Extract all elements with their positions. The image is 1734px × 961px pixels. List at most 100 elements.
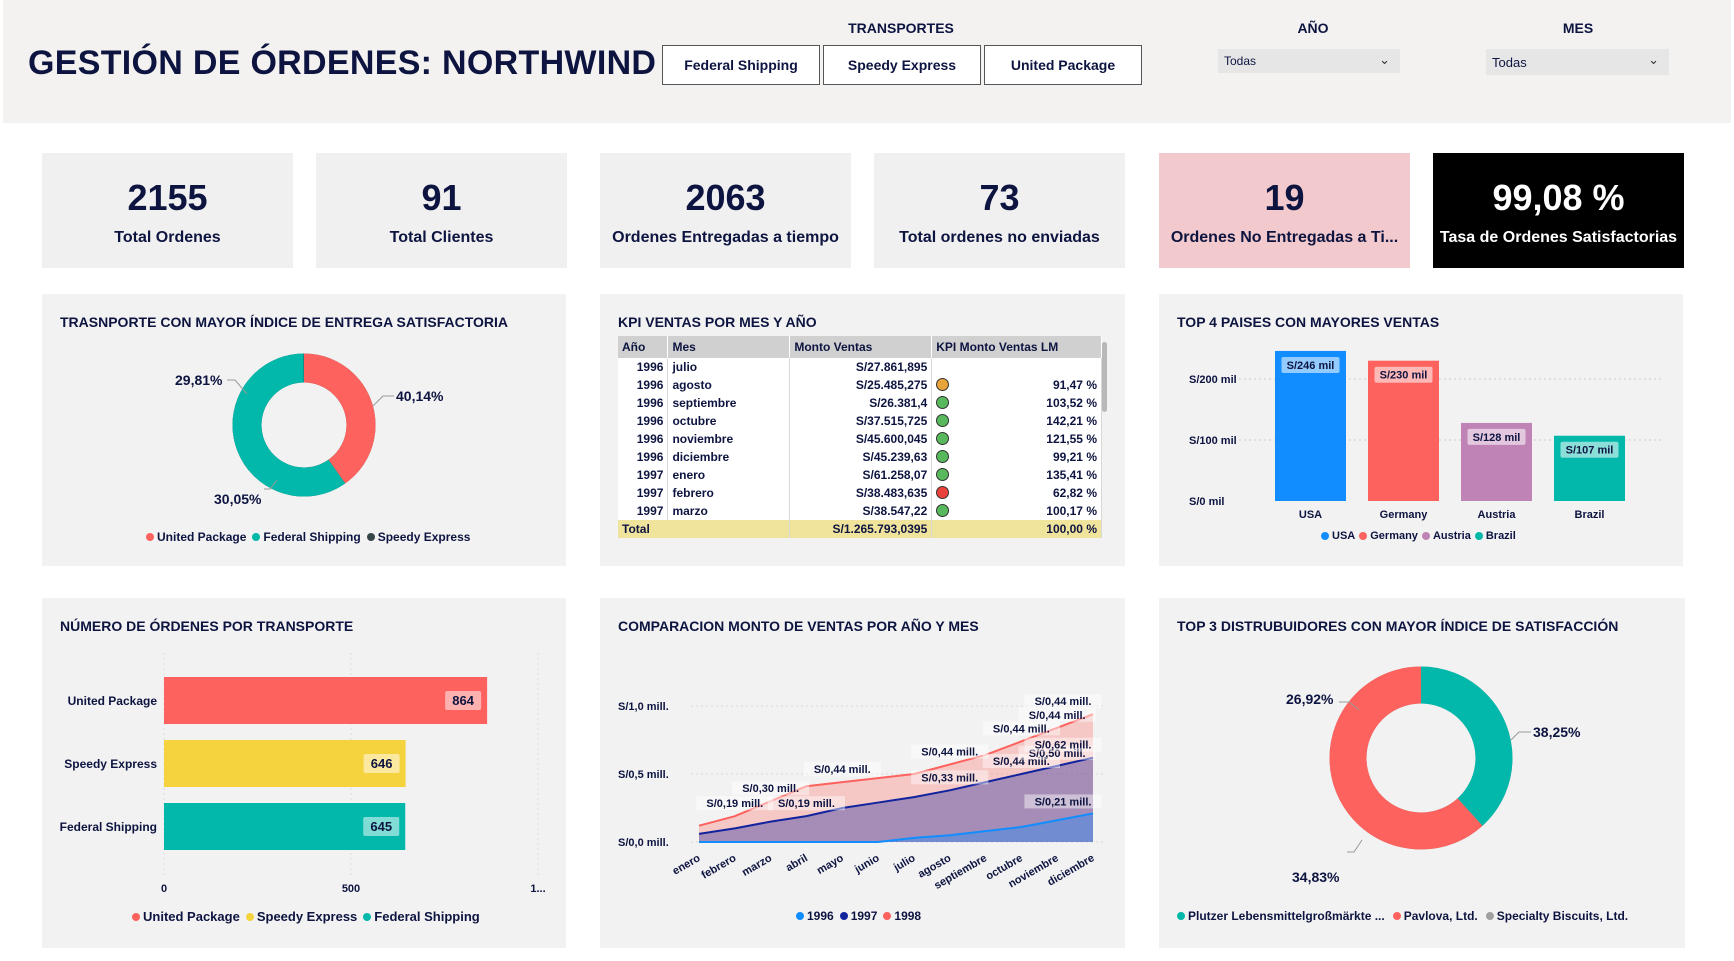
data-label: S/0,62 mill. bbox=[1035, 740, 1092, 752]
legend-item[interactable]: Speedy Express bbox=[245, 909, 357, 924]
table-row[interactable]: 1996 septiembre S/26.381,4 103,52 % bbox=[618, 394, 1102, 412]
kpi-status-icon bbox=[936, 378, 950, 391]
card-label: Ordenes Entregadas a tiempo bbox=[612, 229, 839, 246]
panel-top-countries: TOP 4 PAISES CON MAYORES VENTAS S/200 mi… bbox=[1159, 294, 1683, 566]
page-title: GESTIÓN DE ÓRDENES: NORTHWIND bbox=[28, 44, 657, 82]
chart-legend: Plutzer Lebensmittelgroßmärkte ... Pavlo… bbox=[1177, 909, 1628, 923]
card-value: 99,08 % bbox=[1492, 177, 1625, 218]
transport-button-speedy[interactable]: Speedy Express bbox=[823, 45, 981, 85]
cell-kpi: 100,17 % bbox=[931, 502, 1102, 520]
legend-label: 1997 bbox=[850, 909, 878, 923]
cell-month: febrero bbox=[667, 484, 791, 502]
legend-item[interactable]: Federal Shipping bbox=[252, 530, 361, 544]
legend-item[interactable]: Austria bbox=[1421, 530, 1471, 542]
transport-slicer-label: TRANSPORTES bbox=[848, 20, 954, 36]
x-tick-label: 0 bbox=[161, 883, 167, 895]
kpi-value: 99,21 % bbox=[1052, 450, 1097, 464]
chart-legend: United Package Federal Shipping Speedy E… bbox=[146, 530, 470, 544]
cell-kpi: 91,47 % bbox=[931, 376, 1102, 394]
panel-top-distributors: TOP 3 DISTRUBUIDORES CON MAYOR ÍNDICE DE… bbox=[1159, 598, 1685, 948]
column-header-kpi[interactable]: KPI Monto Ventas LM bbox=[931, 336, 1102, 358]
kpi-value: 103,52 % bbox=[1046, 396, 1097, 410]
column-header-amount[interactable]: Monto Ventas bbox=[789, 336, 933, 358]
legend-item[interactable]: United Package bbox=[146, 530, 246, 544]
cell-month: julio bbox=[667, 358, 791, 376]
legend-item[interactable]: Specialty Biscuits, Ltd. bbox=[1485, 909, 1628, 923]
kpi-status-icon bbox=[936, 504, 950, 517]
table-row[interactable]: 1996 noviembre S/45.600,045 121,55 % bbox=[618, 430, 1102, 448]
card-value: 2155 bbox=[127, 177, 208, 218]
kpi-table: Año Mes Monto Ventas KPI Monto Ventas LM… bbox=[618, 336, 1102, 538]
table-row[interactable]: 1997 enero S/61.258,07 135,41 % bbox=[618, 466, 1102, 484]
data-label: S/107 mil bbox=[1566, 445, 1614, 457]
legend-item[interactable]: United Package bbox=[132, 909, 240, 924]
year-dropdown[interactable]: Todas ⌄ bbox=[1218, 49, 1400, 73]
cell-year: 1996 bbox=[618, 358, 669, 376]
legend-item[interactable]: Germany bbox=[1359, 530, 1418, 542]
cell-amount: S/45.239,63 bbox=[789, 448, 933, 466]
cell-amount: S/61.258,07 bbox=[789, 466, 933, 484]
month-dropdown[interactable]: Todas ⌄ bbox=[1486, 49, 1669, 75]
kpi-status-icon bbox=[936, 468, 950, 481]
year-slicer-label: AÑO bbox=[1297, 20, 1329, 36]
chart-legend: USA Germany Austria Brazil bbox=[1321, 530, 1516, 542]
transport-button-united[interactable]: United Package bbox=[984, 45, 1142, 85]
column-header-month[interactable]: Mes bbox=[667, 336, 791, 358]
legend-item[interactable]: Brazil bbox=[1474, 530, 1516, 542]
x-tick-label: febrero bbox=[699, 852, 738, 881]
month-slicer-label: MES bbox=[1562, 20, 1594, 36]
legend-label: Austria bbox=[1432, 530, 1471, 542]
cell-year: 1996 bbox=[618, 394, 669, 412]
cell-kpi bbox=[931, 358, 1102, 376]
kpi-status-icon bbox=[936, 486, 950, 499]
card-entregadas-tiempo: 2063 Ordenes Entregadas a tiempo bbox=[600, 153, 851, 268]
x-tick-label: 500 bbox=[342, 883, 360, 895]
table-row[interactable]: 1996 octubre S/37.515,725 142,21 % bbox=[618, 412, 1102, 430]
x-tick-label: abril bbox=[784, 852, 810, 874]
card-label: Tasa de Ordenes Satisfactorias bbox=[1439, 229, 1678, 246]
cell-kpi: 99,21 % bbox=[931, 448, 1102, 466]
data-label: S/128 mil bbox=[1473, 432, 1521, 444]
cell-month: marzo bbox=[667, 502, 791, 520]
card-total-ordenes: 2155 Total Ordenes bbox=[42, 153, 293, 268]
table-row[interactable]: 1996 julio S/27.861,895 bbox=[618, 358, 1102, 376]
table-row[interactable]: 1996 agosto S/25.485,275 91,47 % bbox=[618, 376, 1102, 394]
table-scrollbar[interactable] bbox=[1102, 342, 1107, 412]
cell-amount: S/26.381,4 bbox=[789, 394, 933, 412]
data-label: S/0,30 mill. bbox=[742, 783, 799, 795]
donut-label-pavlova: 34,83% bbox=[1292, 869, 1340, 885]
cell-kpi: 121,55 % bbox=[931, 430, 1102, 448]
kpi-status-icon bbox=[936, 450, 950, 463]
x-tick-label: 1... bbox=[530, 883, 545, 895]
legend-item[interactable]: Plutzer Lebensmittelgroßmärkte ... bbox=[1177, 909, 1385, 923]
bar-usa[interactable] bbox=[1275, 350, 1346, 501]
legend-label: United Package bbox=[157, 530, 247, 544]
transport-button-federal[interactable]: Federal Shipping bbox=[662, 45, 820, 85]
table-row[interactable]: 1997 marzo S/38.547,22 100,17 % bbox=[618, 502, 1102, 520]
legend-label: Plutzer Lebensmittelgroßmärkte ... bbox=[1188, 909, 1385, 923]
legend-item[interactable]: Pavlova, Ltd. bbox=[1392, 909, 1478, 923]
x-tick-label: Germany bbox=[1380, 509, 1429, 521]
donut-transport-chart: 40,14% 30,05% 29,81% bbox=[175, 353, 444, 507]
table-row[interactable]: 1996 diciembre S/45.239,63 99,21 % bbox=[618, 448, 1102, 466]
legend-item[interactable]: USA bbox=[1321, 530, 1355, 542]
legend-item[interactable]: 1997 bbox=[839, 909, 878, 923]
card-label: Total Clientes bbox=[389, 229, 494, 246]
bar-united-package[interactable] bbox=[164, 677, 488, 724]
legend-item[interactable]: Federal Shipping bbox=[363, 909, 480, 924]
legend-item[interactable]: 1996 bbox=[796, 909, 834, 923]
cell-amount: S/27.861,895 bbox=[789, 358, 933, 376]
kpi-status-icon bbox=[936, 432, 950, 445]
column-header-year[interactable]: Año bbox=[618, 336, 669, 358]
data-label: S/0,44 mill. bbox=[1029, 710, 1086, 722]
legend-label: Germany bbox=[1370, 530, 1418, 542]
table-row[interactable]: 1997 febrero S/38.483,635 62,82 % bbox=[618, 484, 1102, 502]
card-value: 91 bbox=[421, 177, 462, 218]
cell-amount: S/38.483,635 bbox=[789, 484, 933, 502]
cell-year: 1996 bbox=[618, 430, 669, 448]
legend-item[interactable]: Speedy Express bbox=[366, 530, 470, 544]
legend-label: Federal Shipping bbox=[263, 530, 361, 544]
panel-kpi-sales: KPI VENTAS POR MES Y AÑO Año Mes Monto V… bbox=[600, 294, 1125, 566]
card-value: 2063 bbox=[685, 177, 766, 218]
legend-item[interactable]: 1998 bbox=[883, 909, 921, 923]
